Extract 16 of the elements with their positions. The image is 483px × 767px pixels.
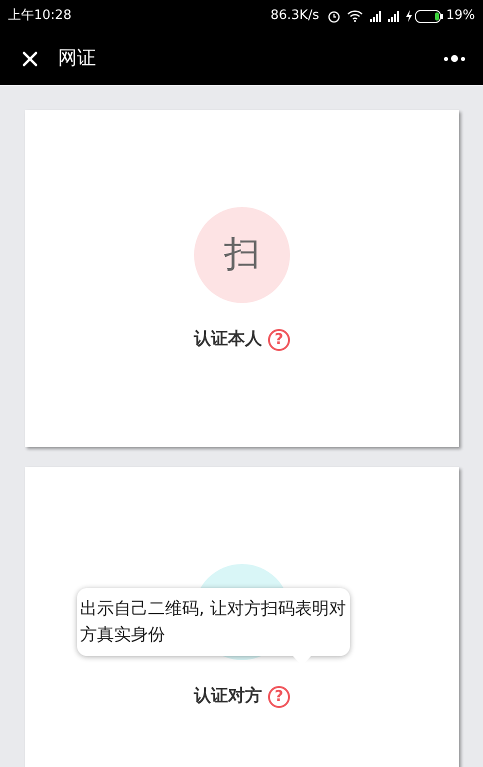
more-button[interactable] <box>444 55 465 62</box>
card-label[interactable]: 认证对方 <box>194 684 262 710</box>
tooltip: 出示自己二维码, 让对方扫码表明对方真实身份 <box>77 588 350 656</box>
card-label[interactable]: 认证本人 <box>194 327 262 352</box>
help-icon[interactable]: ? <box>268 686 290 708</box>
status-time: 上午10:28 <box>8 7 72 26</box>
battery-level: 19% <box>446 7 475 26</box>
wifi-icon <box>347 10 364 22</box>
signal-icon <box>387 10 402 22</box>
page-title: 网证 <box>58 46 96 72</box>
network-speed: 86.3K/s <box>270 7 320 26</box>
charging-icon <box>405 10 412 22</box>
battery-icon <box>415 10 444 22</box>
alarm-icon <box>327 9 342 23</box>
signal-icon <box>369 10 384 22</box>
help-icon[interactable]: ? <box>268 328 290 351</box>
